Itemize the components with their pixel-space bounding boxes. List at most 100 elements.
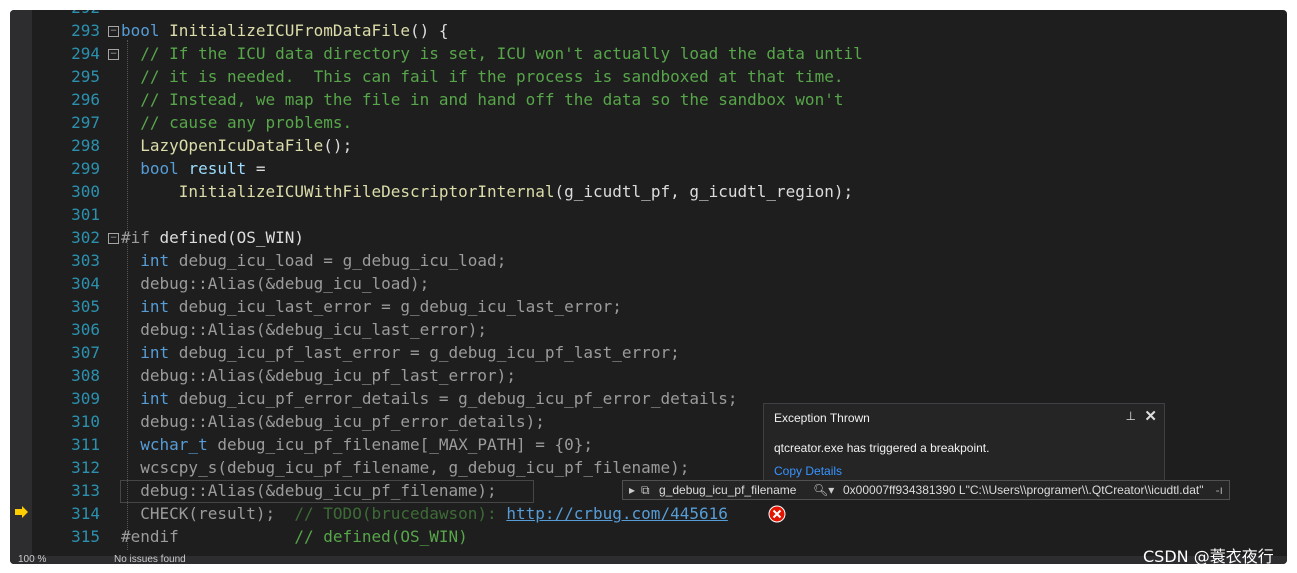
- issues-status[interactable]: No issues found: [114, 554, 186, 564]
- code-text: debug::Alias(&debug_icu_load);: [140, 274, 430, 293]
- code-text: wcscpy_s(debug_icu_pf_filename, g_debug_…: [140, 458, 690, 477]
- pin-icon[interactable]: ⊥: [1126, 409, 1136, 423]
- code-line[interactable]: int debug_icu_pf_error_details = g_debug…: [121, 387, 738, 410]
- code-text: debug_icu_last_error = g_debug_icu_last_…: [169, 297, 622, 316]
- code-line[interactable]: debug::Alias(&debug_icu_pf_filename);: [121, 479, 496, 502]
- line-number: 309: [71, 389, 100, 408]
- code-line[interactable]: int debug_icu_load = g_debug_icu_load;: [121, 249, 506, 272]
- comment: // If the ICU data directory is set, ICU…: [140, 44, 863, 63]
- magnifier-icon[interactable]: 🔍︎▾: [813, 481, 834, 499]
- code-line[interactable]: // Instead, we map the file in and hand …: [121, 88, 843, 111]
- exception-popup: Exception Thrown ⊥ ✕ qtcreator.exe has t…: [763, 403, 1165, 481]
- function-name: LazyOpenIcuDataFile: [140, 136, 324, 155]
- code-line[interactable]: CHECK(result); // TODO(brucedawson): htt…: [121, 502, 728, 525]
- line-number: 307: [71, 343, 100, 362]
- indicator-margin[interactable]: [10, 10, 32, 564]
- line-number: 310: [71, 412, 100, 431]
- line-number: 311: [71, 435, 100, 454]
- exception-title: Exception Thrown: [774, 411, 870, 425]
- code-line[interactable]: // it is needed. This can fail if the pr…: [121, 65, 843, 88]
- url-link[interactable]: http://crbug.com/445616: [506, 504, 728, 523]
- collapse-icon[interactable]: −: [108, 26, 119, 37]
- code-line[interactable]: wchar_t debug_icu_pf_filename[_MAX_PATH]…: [121, 433, 593, 456]
- line-number: 301: [71, 205, 100, 224]
- variable: result: [188, 159, 247, 178]
- code-text: debug_icu_pf_last_error = g_debug_icu_pf…: [169, 343, 680, 362]
- line-number: 306: [71, 320, 100, 339]
- line-number: 300: [71, 182, 100, 201]
- code-text: debug::Alias(&debug_icu_pf_error_details…: [140, 412, 545, 431]
- keyword: int: [140, 297, 170, 316]
- code-line[interactable]: #endif // defined(OS_WIN): [121, 525, 468, 548]
- code-text: () {: [410, 21, 449, 40]
- line-number: 304: [71, 274, 100, 293]
- line-number: 299: [71, 159, 100, 178]
- code-line[interactable]: InitializeICUWithFileDescriptorInternal(…: [121, 180, 853, 203]
- datatip-variable-name: g_debug_icu_pf_filename: [659, 483, 797, 497]
- code-line[interactable]: debug::Alias(&debug_icu_pf_error_details…: [121, 410, 545, 433]
- line-number: 297: [71, 113, 100, 132]
- line-number: 305: [71, 297, 100, 316]
- line-number: 296: [71, 90, 100, 109]
- line-number: 292: [50, 10, 100, 19]
- line-number: 298: [71, 136, 100, 155]
- code-text: =: [246, 159, 266, 178]
- keyword: int: [140, 389, 170, 408]
- code-text: CHECK(result);: [140, 504, 295, 523]
- code-line[interactable]: debug::Alias(&debug_icu_last_error);: [121, 318, 487, 341]
- comment: // Instead, we map the file in and hand …: [140, 90, 844, 109]
- datatip-value[interactable]: 0x00007ff934381390 L"C:\\Users\\programe…: [843, 481, 1204, 499]
- code-line[interactable]: debug::Alias(&debug_icu_load);: [121, 272, 429, 295]
- code-text: (g_icudtl_pf, g_icudtl_region);: [554, 182, 854, 201]
- line-number: 303: [71, 251, 100, 270]
- keyword: int: [140, 251, 170, 270]
- line-number: 293: [71, 21, 100, 40]
- code-text: debug_icu_pf_filename[_MAX_PATH] = {0};: [207, 435, 594, 454]
- close-icon[interactable]: ✕: [1144, 407, 1157, 425]
- comment: // defined(OS_WIN): [294, 527, 468, 546]
- code-text: debug_icu_load = g_debug_icu_load;: [169, 251, 507, 270]
- code-line[interactable]: LazyOpenIcuDataFile();: [121, 134, 352, 157]
- error-icon[interactable]: [768, 505, 786, 523]
- code-line[interactable]: int debug_icu_pf_last_error = g_debug_ic…: [121, 341, 680, 364]
- expand-arrow-icon[interactable]: ▸: [629, 481, 635, 499]
- line-number: 314: [71, 504, 100, 523]
- line-number: 294: [71, 44, 100, 63]
- code-line[interactable]: wcscpy_s(debug_icu_pf_filename, g_debug_…: [121, 456, 689, 479]
- collapse-icon[interactable]: −: [108, 49, 119, 60]
- line-number: 302: [71, 228, 100, 247]
- preprocessor: #endif: [121, 527, 179, 546]
- code-line[interactable]: // cause any problems.: [121, 111, 352, 134]
- code-line[interactable]: // If the ICU data directory is set, ICU…: [121, 42, 863, 65]
- function-name: InitializeICUFromDataFile: [169, 21, 410, 40]
- keyword: wchar_t: [140, 435, 208, 454]
- data-tip[interactable]: ▸ ⧉ g_debug_icu_pf_filename 🔍︎▾ 0x00007f…: [622, 480, 1230, 500]
- copy-details-link[interactable]: Copy Details: [774, 464, 842, 478]
- line-number: 315: [71, 527, 100, 546]
- current-statement-arrow-icon: [15, 506, 28, 518]
- editor-status-bar: 100 % No issues found: [10, 554, 1287, 564]
- code-text: debug_icu_pf_error_details = g_debug_icu…: [169, 389, 738, 408]
- keyword: bool: [140, 159, 179, 178]
- comment: // cause any problems.: [140, 113, 353, 132]
- comment: // it is needed. This can fail if the pr…: [140, 67, 844, 86]
- line-number: 312: [71, 458, 100, 477]
- collapse-icon[interactable]: −: [108, 233, 119, 244]
- zoom-level[interactable]: 100 %: [18, 554, 46, 564]
- pin-icon[interactable]: -ı: [1216, 481, 1223, 499]
- line-number: 308: [71, 366, 100, 385]
- line-number: 295: [71, 67, 100, 86]
- preprocessor: #if: [121, 228, 150, 247]
- watermark-text: CSDN @蓑衣夜行: [1143, 547, 1274, 566]
- code-line[interactable]: bool result =: [121, 157, 266, 180]
- code-line[interactable]: #if defined(OS_WIN): [121, 226, 304, 249]
- keyword: bool: [121, 21, 160, 40]
- code-editor-window: 292 293 294 295 296 297 298 299 300 301 …: [10, 10, 1287, 564]
- code-line[interactable]: bool InitializeICUFromDataFile() {: [121, 19, 449, 42]
- code-line[interactable]: debug::Alias(&debug_icu_pf_last_error);: [121, 364, 516, 387]
- code-text: ();: [323, 136, 353, 155]
- comment: // TODO(brucedawson):: [294, 504, 507, 523]
- exception-message: qtcreator.exe has triggered a breakpoint…: [774, 441, 990, 455]
- code-line[interactable]: int debug_icu_last_error = g_debug_icu_l…: [121, 295, 622, 318]
- function-name: InitializeICUWithFileDescriptorInternal: [178, 182, 555, 201]
